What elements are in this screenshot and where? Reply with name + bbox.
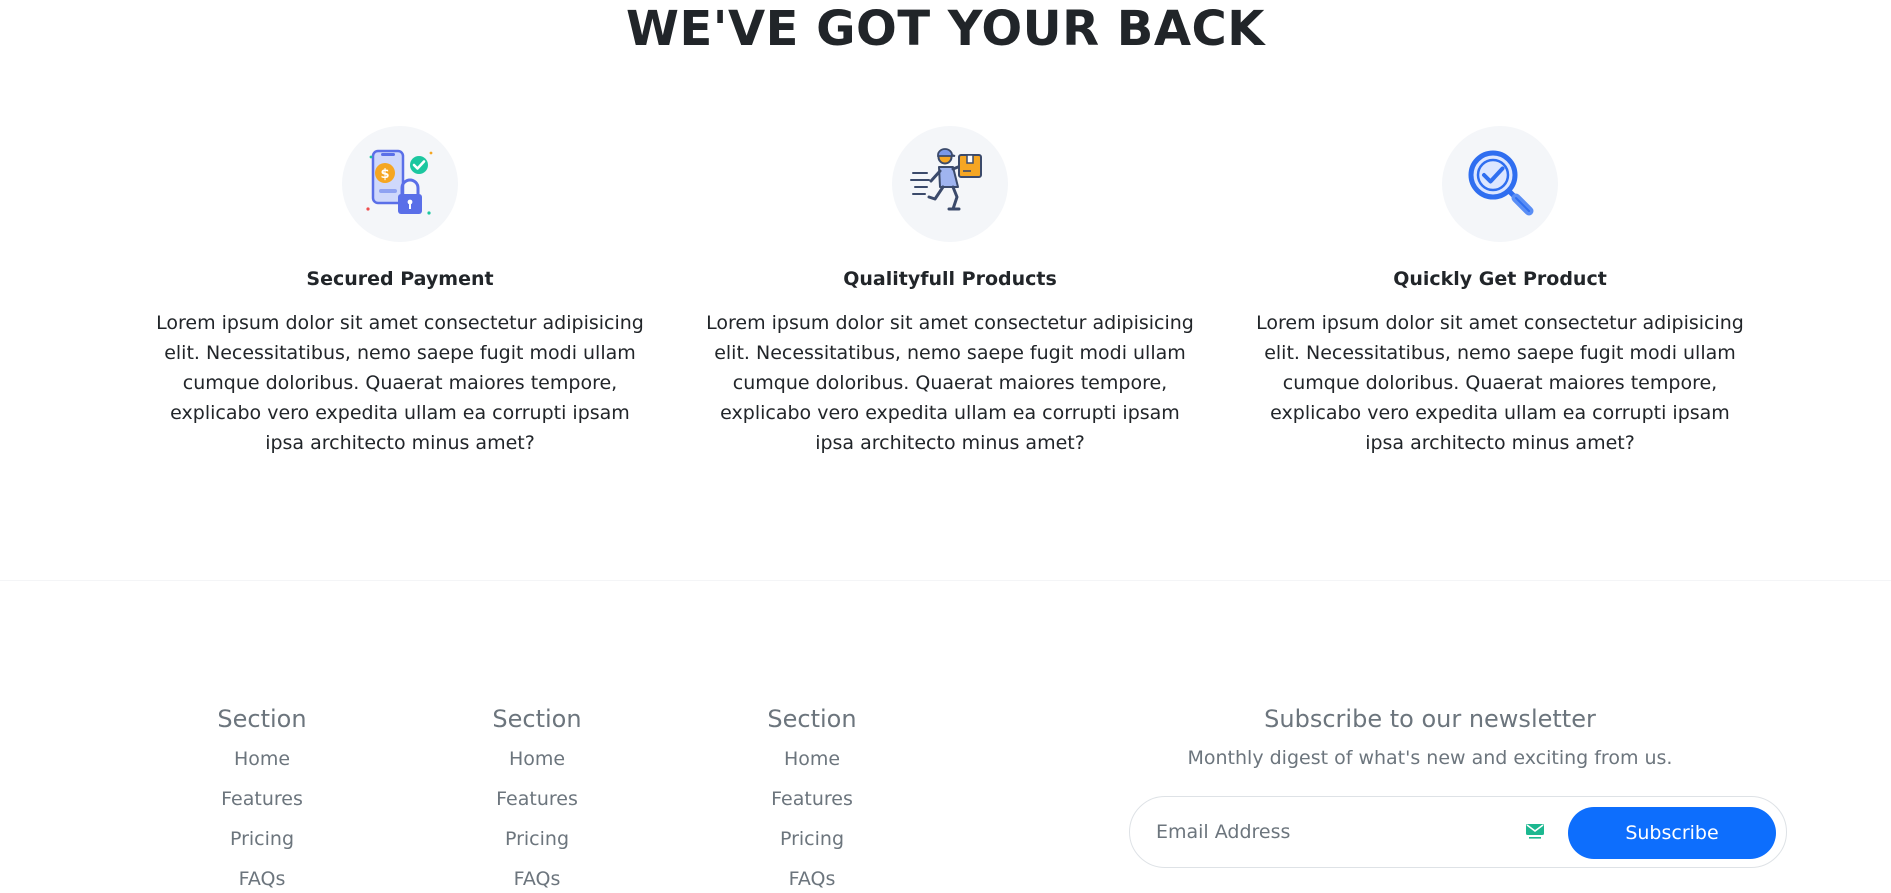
footer-column-1: Section Home Features Pricing FAQs — [152, 701, 372, 893]
feature-title: Quickly Get Product — [1393, 268, 1607, 290]
mail-icon — [1526, 824, 1544, 839]
footer: Section Home Features Pricing FAQs Secti… — [0, 580, 1891, 893]
footer-link-faqs[interactable]: FAQs — [239, 868, 286, 890]
svg-text:$: $ — [380, 167, 389, 182]
footer-column-title: Section — [767, 705, 857, 733]
footer-column-title: Section — [492, 705, 582, 733]
footer-link-item: Home — [702, 741, 922, 777]
feature-qualityfull-products: Qualityfull Products Lorem ipsum dolor s… — [700, 126, 1200, 458]
footer-link-list: Home Features Pricing FAQs — [427, 741, 647, 893]
footer-link-item: Pricing — [427, 821, 647, 857]
feature-title: Qualityfull Products — [843, 268, 1057, 290]
footer-link-item: Home — [427, 741, 647, 777]
feature-icon-circle — [1442, 126, 1558, 242]
footer-link-item: Home — [152, 741, 372, 777]
footer-link-features[interactable]: Features — [771, 788, 853, 810]
secured-payment-icon: $ — [366, 149, 433, 215]
footer-link-item: Features — [152, 781, 372, 817]
magnifier-check-icon — [1468, 150, 1534, 216]
footer-link-features[interactable]: Features — [496, 788, 578, 810]
footer-link-item: Pricing — [702, 821, 922, 857]
feature-quickly-get-product: Quickly Get Product Lorem ipsum dolor si… — [1250, 126, 1750, 458]
feature-description: Lorem ipsum dolor sit amet consectetur a… — [706, 312, 1194, 454]
footer-link-list: Home Features Pricing FAQs — [702, 741, 922, 893]
footer-link-faqs[interactable]: FAQs — [789, 868, 836, 890]
footer-link-pricing[interactable]: Pricing — [230, 828, 294, 850]
footer-link-home[interactable]: Home — [234, 748, 290, 770]
footer-column-3: Section Home Features Pricing FAQs — [702, 701, 922, 893]
footer-link-list: Home Features Pricing FAQs — [152, 741, 372, 893]
feature-title: Secured Payment — [306, 268, 494, 290]
newsletter-title: Subscribe to our newsletter — [1264, 705, 1596, 733]
newsletter: Subscribe to our newsletter Monthly dige… — [1129, 701, 1787, 868]
delivery-runner-icon — [910, 148, 982, 211]
feature-description: Lorem ipsum dolor sit amet consectetur a… — [1256, 312, 1744, 454]
footer-column-title: Section — [217, 705, 307, 733]
footer-link-home[interactable]: Home — [784, 748, 840, 770]
page: WE'VE GOT YOUR BACK $ Secured Payment Lo… — [0, 0, 1891, 893]
feature-icon-circle — [892, 126, 1008, 242]
footer-link-item: Pricing — [152, 821, 372, 857]
email-input[interactable] — [1154, 811, 1518, 853]
subscribe-form: Subscribe — [1129, 796, 1787, 868]
subscribe-button[interactable]: Subscribe — [1568, 807, 1776, 859]
footer-link-item: Features — [427, 781, 647, 817]
feature-secured-payment: $ Secured Payment Lorem ipsum dolor sit … — [150, 126, 650, 458]
footer-link-faqs[interactable]: FAQs — [514, 868, 561, 890]
footer-link-item: FAQs — [152, 861, 372, 893]
footer-link-features[interactable]: Features — [221, 788, 303, 810]
footer-link-pricing[interactable]: Pricing — [780, 828, 844, 850]
feature-icon-circle: $ — [342, 126, 458, 242]
footer-link-item: FAQs — [427, 861, 647, 893]
newsletter-subtitle: Monthly digest of what's new and excitin… — [1187, 747, 1673, 769]
footer-link-item: Features — [702, 781, 922, 817]
footer-link-item: FAQs — [702, 861, 922, 893]
footer-link-home[interactable]: Home — [509, 748, 565, 770]
section-heading: WE'VE GOT YOUR BACK — [626, 1, 1265, 57]
footer-column-2: Section Home Features Pricing FAQs — [427, 701, 647, 893]
footer-link-pricing[interactable]: Pricing — [505, 828, 569, 850]
feature-description: Lorem ipsum dolor sit amet consectetur a… — [156, 312, 644, 454]
